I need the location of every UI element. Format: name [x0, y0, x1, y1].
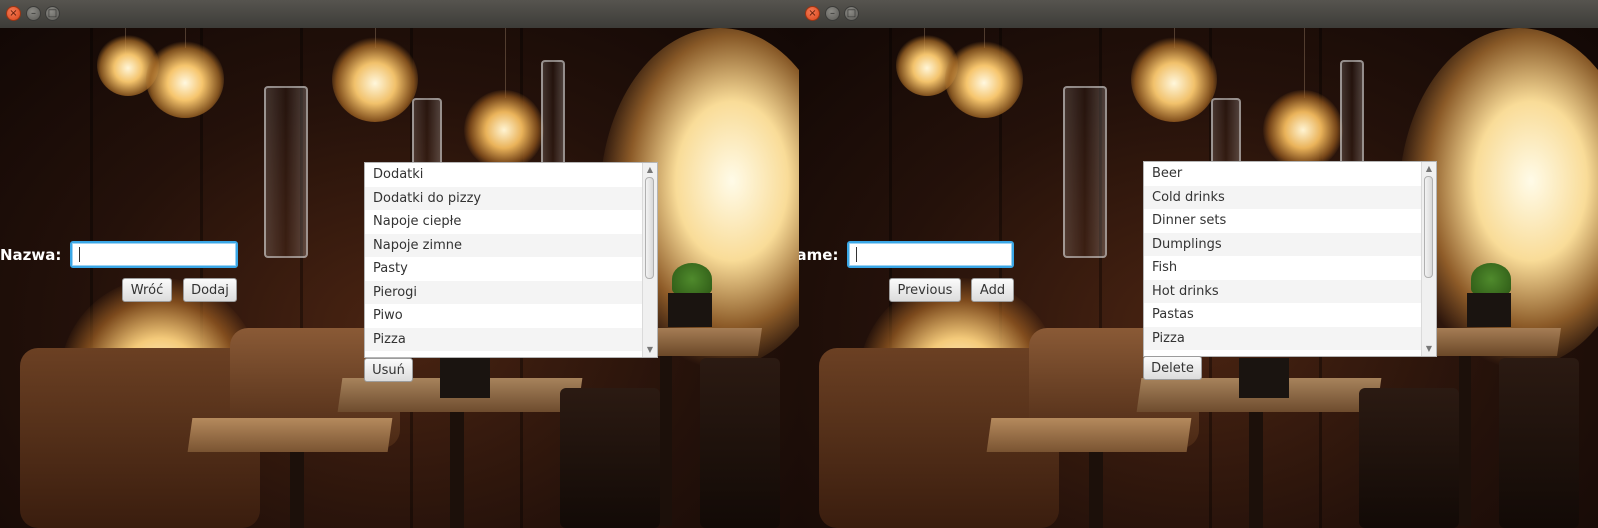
- category-list[interactable]: Dodatki Dodatki do pizzy Napoje ciepłe N…: [364, 162, 658, 358]
- list-item[interactable]: Cold drinks: [1144, 185, 1436, 209]
- list-item[interactable]: Napoje zimne: [365, 233, 657, 257]
- vertical-scrollbar[interactable]: ▲ ▼: [642, 163, 657, 357]
- category-list[interactable]: Beer Cold drinks Dinner sets Dumplings F…: [1143, 161, 1437, 357]
- list-item[interactable]: Hot drinks: [1144, 279, 1436, 303]
- vertical-scrollbar[interactable]: ▲ ▼: [1421, 162, 1436, 356]
- list-items: Beer Cold drinks Dinner sets Dumplings F…: [1144, 162, 1436, 350]
- back-button[interactable]: Wróć: [122, 278, 172, 302]
- list-item[interactable]: Beer: [1144, 162, 1436, 186]
- list-item[interactable]: Dodatki: [365, 163, 657, 187]
- name-input[interactable]: [847, 241, 1014, 268]
- app-window-polish: × – □ Nazwa: Wróć Dodaj Dodatki Dodatki …: [0, 0, 799, 528]
- list-item[interactable]: Dodatki do pizzy: [365, 186, 657, 210]
- list-item[interactable]: Pastas: [1144, 303, 1436, 327]
- list-item[interactable]: Napoje ciepłe: [365, 210, 657, 234]
- scroll-down-icon[interactable]: ▼: [1422, 343, 1436, 355]
- delete-button[interactable]: Delete: [1143, 356, 1202, 380]
- list-item[interactable]: Fish: [1144, 256, 1436, 280]
- app-window-english: × – □ Name:: [799, 0, 1598, 528]
- maximize-icon[interactable]: □: [844, 6, 859, 21]
- name-input[interactable]: [70, 241, 238, 268]
- scrollbar-thumb[interactable]: [645, 177, 654, 279]
- name-label: Nazwa:: [0, 246, 62, 264]
- text-caret: [79, 247, 80, 262]
- title-bar: × – □: [0, 0, 799, 29]
- list-item[interactable]: Pizza: [1144, 326, 1436, 350]
- previous-button[interactable]: Previous: [889, 278, 961, 302]
- scrollbar-thumb[interactable]: [1424, 176, 1433, 278]
- text-caret: [856, 247, 857, 262]
- name-label: Name:: [799, 246, 839, 264]
- scroll-down-icon[interactable]: ▼: [643, 344, 657, 356]
- list-item[interactable]: Pierogi: [365, 280, 657, 304]
- close-icon[interactable]: ×: [6, 6, 21, 21]
- list-item[interactable]: Pasty: [365, 257, 657, 281]
- list-item[interactable]: Dinner sets: [1144, 209, 1436, 233]
- list-item[interactable]: Pizza: [365, 327, 657, 351]
- title-bar: × – □: [799, 0, 1598, 29]
- minimize-icon[interactable]: –: [26, 6, 41, 21]
- add-button[interactable]: Add: [971, 278, 1014, 302]
- list-item[interactable]: Piwo: [365, 304, 657, 328]
- scroll-up-icon[interactable]: ▲: [1422, 163, 1436, 175]
- close-icon[interactable]: ×: [805, 6, 820, 21]
- delete-button[interactable]: Usuń: [364, 358, 413, 382]
- scroll-up-icon[interactable]: ▲: [643, 164, 657, 176]
- list-item[interactable]: Dumplings: [1144, 232, 1436, 256]
- add-button[interactable]: Dodaj: [183, 278, 237, 302]
- maximize-icon[interactable]: □: [45, 6, 60, 21]
- list-items: Dodatki Dodatki do pizzy Napoje ciepłe N…: [365, 163, 657, 351]
- minimize-icon[interactable]: –: [825, 6, 840, 21]
